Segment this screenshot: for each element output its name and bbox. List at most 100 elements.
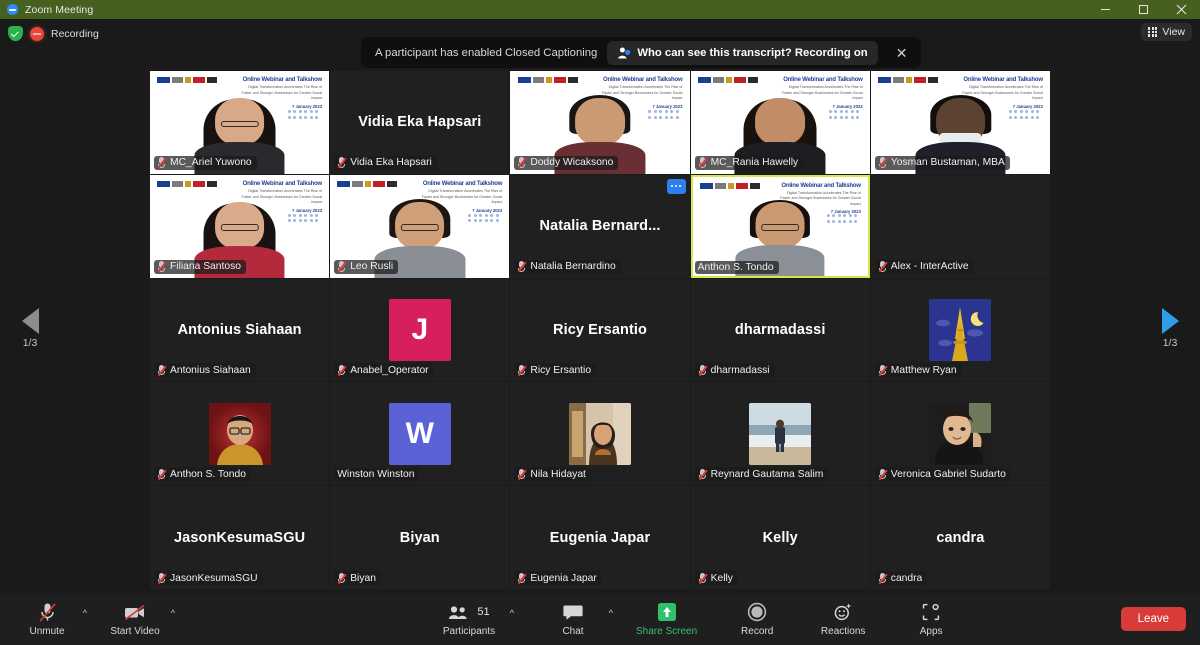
microphone-muted-icon xyxy=(517,261,526,273)
video-options-chevron-icon[interactable]: ^ xyxy=(171,608,175,618)
participant-name-text: Matthew Ryan xyxy=(890,364,957,376)
participant-name-text: Reynard Gautama Salim xyxy=(710,468,824,480)
participant-display-name: Kelly xyxy=(762,529,798,546)
start-video-button[interactable]: Start Video ^ xyxy=(108,602,175,637)
encryption-shield-icon[interactable] xyxy=(8,26,23,41)
participant-name-label: Ricy Ersantio xyxy=(514,363,597,378)
microphone-muted-icon xyxy=(878,364,887,376)
microphone-muted-icon xyxy=(157,572,166,584)
participant-name-text: Anabel_Operator xyxy=(350,364,429,376)
participants-options-chevron-icon[interactable]: ^ xyxy=(510,608,514,618)
participant-name-label: Leo Rusli xyxy=(334,259,399,274)
reactions-button[interactable]: Reactions xyxy=(816,602,870,637)
participant-name-text: Filiana Santoso xyxy=(170,261,241,273)
participant-tile[interactable]: Ricy Ersantio Ricy Ersantio xyxy=(510,278,690,382)
zoom-logo-icon xyxy=(7,4,18,15)
start-video-label: Start Video xyxy=(110,625,160,637)
participant-tile[interactable]: Online Webinar and Talkshow Digital Tran… xyxy=(870,71,1050,174)
microphone-muted-icon xyxy=(698,364,707,376)
avatar-image xyxy=(208,402,271,465)
participant-name-text: MC_Ariel Yuwono xyxy=(170,157,252,169)
avatar-image xyxy=(568,402,631,465)
view-button[interactable]: View xyxy=(1141,23,1192,41)
record-label: Record xyxy=(741,625,774,637)
unmute-button[interactable]: Unmute ^ xyxy=(20,602,87,637)
window-titlebar: Zoom Meeting xyxy=(0,0,1200,19)
banner-dots xyxy=(287,213,319,223)
participant-name-text: Eugenia Japar xyxy=(530,572,597,584)
participant-display-name: dharmadassi xyxy=(734,321,826,338)
audio-options-chevron-icon[interactable]: ^ xyxy=(83,608,87,618)
participant-name-text: Natalia Bernardino xyxy=(530,261,616,273)
maximize-icon[interactable] xyxy=(1124,0,1162,19)
participant-tile[interactable]: Antonius Siahaan Antonius Siahaan xyxy=(150,278,330,382)
participant-name-label: Alex - InterActive xyxy=(874,259,974,274)
participant-tile[interactable]: Eugenia Japar Eugenia Japar xyxy=(510,486,690,589)
participant-tile[interactable]: Natalia Bernard... Natalia Bernardino xyxy=(510,174,690,278)
participant-tile[interactable]: Anthon S. Tondo xyxy=(150,382,330,486)
participant-tile[interactable]: J Anabel_Operator xyxy=(330,278,510,382)
close-icon[interactable] xyxy=(1162,0,1200,19)
banner-dots xyxy=(826,214,858,223)
sponsor-logos xyxy=(157,180,218,187)
participant-tile[interactable]: Online Webinar and Talkshow Digital Tran… xyxy=(690,71,870,174)
reactions-label: Reactions xyxy=(820,625,866,637)
microphone-muted-icon xyxy=(157,364,166,376)
leave-button[interactable]: Leave xyxy=(1120,607,1186,631)
chat-icon xyxy=(563,602,583,623)
participant-tile[interactable]: Biyan Biyan xyxy=(330,486,510,589)
microphone-muted-icon xyxy=(698,468,707,480)
participant-display-name: candra xyxy=(936,529,985,546)
participant-tile[interactable]: Nila Hidayat xyxy=(510,382,690,486)
microphone-muted-icon xyxy=(698,157,707,169)
chat-button[interactable]: Chat ^ xyxy=(546,602,613,637)
recording-stop-icon[interactable] xyxy=(30,26,44,41)
sponsor-logos xyxy=(517,77,578,84)
share-screen-icon xyxy=(657,602,677,623)
view-button-label: View xyxy=(1162,26,1185,38)
participant-tile[interactable]: JasonKesumaSGU JasonKesumaSGU xyxy=(150,486,330,589)
participant-tile[interactable]: Vidia Eka Hapsari Vidia Eka Hapsari xyxy=(330,71,510,174)
left-page-indicator: 1/3 xyxy=(22,337,38,349)
notification-close-button[interactable]: ✕ xyxy=(888,44,916,62)
participant-tile[interactable]: candra candra xyxy=(870,486,1050,589)
participants-button[interactable]: 51 Participants ^ xyxy=(442,602,514,637)
share-screen-label: Share Screen xyxy=(636,625,698,637)
participant-tile[interactable]: Online Webinar and Talkshow Digital Tran… xyxy=(510,71,690,174)
microphone-muted-icon xyxy=(517,157,526,169)
participant-tile[interactable]: Matthew Ryan xyxy=(870,278,1050,382)
participant-tile[interactable]: Kelly Kelly xyxy=(690,486,870,589)
record-button[interactable]: Record xyxy=(730,602,784,637)
chat-options-chevron-icon[interactable]: ^ xyxy=(609,608,613,618)
tile-more-options-button[interactable] xyxy=(666,178,686,194)
avatar-initial: J xyxy=(388,298,451,361)
participant-tile[interactable]: W Winston Winston xyxy=(330,382,510,486)
camera-off-icon xyxy=(123,602,147,623)
previous-page-button[interactable]: 1/3 xyxy=(0,308,60,349)
banner-dots xyxy=(287,110,319,119)
banner-dots xyxy=(828,110,860,119)
participant-tile[interactable]: dharmadassi dharmadassi xyxy=(690,278,870,382)
participant-name-text: Doddy Wicaksono xyxy=(530,157,614,169)
participant-tile[interactable]: Veronica Gabriel Sudarto xyxy=(870,382,1050,486)
participant-tile[interactable]: Online Webinar and Talkshow Digital Tran… xyxy=(150,174,330,278)
chevron-right-icon xyxy=(1161,308,1179,334)
share-screen-button[interactable]: Share Screen xyxy=(636,602,697,637)
participant-name-label: Kelly xyxy=(694,571,738,585)
participant-name-label: Anabel_Operator xyxy=(334,363,434,378)
next-page-button[interactable]: 1/3 xyxy=(1140,308,1200,349)
participant-tile[interactable]: Online Webinar and Talkshow Digital Tran… xyxy=(690,174,870,278)
apps-button[interactable]: Apps xyxy=(904,602,958,637)
minimize-icon[interactable] xyxy=(1086,0,1124,19)
participant-tile[interactable]: Online Webinar and Talkshow Digital Tran… xyxy=(330,174,510,278)
person-info-icon xyxy=(618,47,631,58)
participant-display-name: Antonius Siahaan xyxy=(177,321,302,338)
participant-name-label: Natalia Bernardino xyxy=(514,259,621,274)
banner-dots xyxy=(1008,110,1040,119)
participant-tile[interactable]: Reynard Gautama Salim xyxy=(690,382,870,486)
participant-tile[interactable]: Alex - InterActive xyxy=(870,174,1050,278)
participant-name-label: candra xyxy=(874,571,928,585)
transcript-info-button[interactable]: Who can see this transcript? Recording o… xyxy=(607,40,878,65)
participant-tile[interactable]: Online Webinar and Talkshow Digital Tran… xyxy=(150,71,330,174)
microphone-muted-icon xyxy=(337,364,346,376)
